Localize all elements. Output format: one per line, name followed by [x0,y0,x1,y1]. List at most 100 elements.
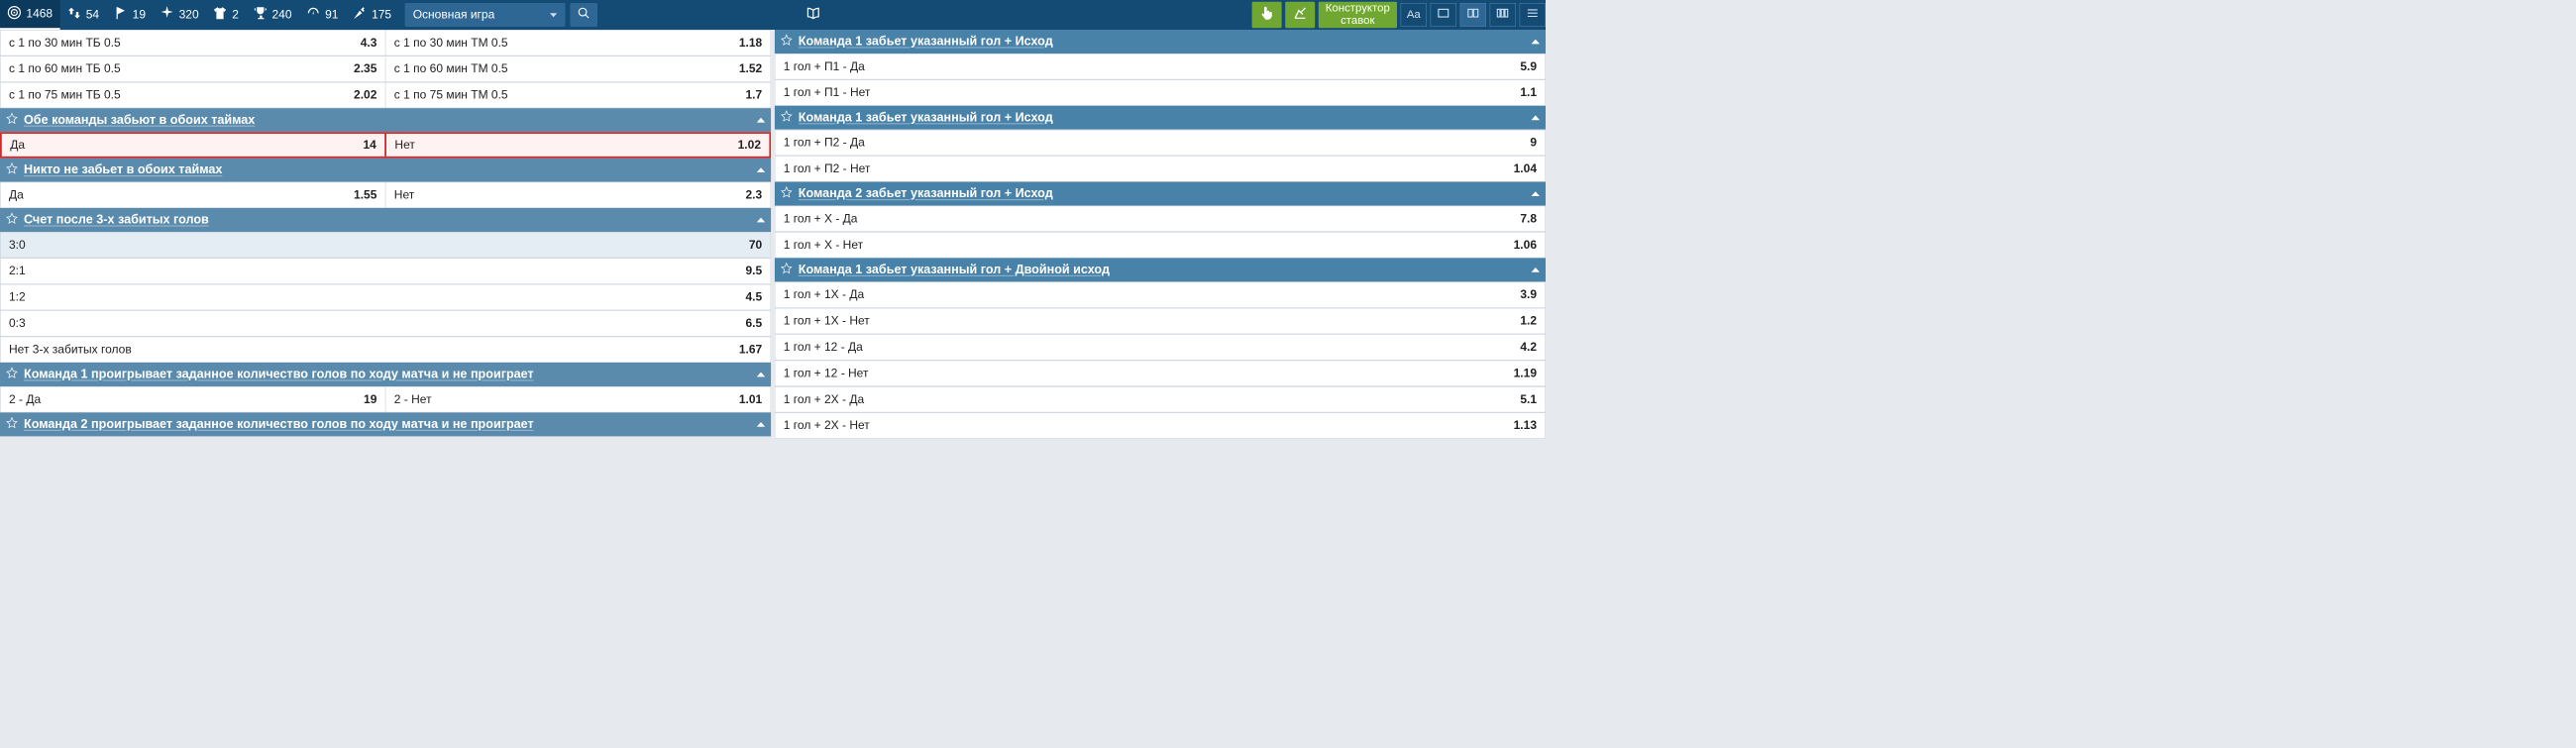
bet-option[interactable]: с 1 по 30 мин ТМ 0.5 1.18 [385,31,771,55]
bet-label: 0:3 [9,317,26,331]
bet-option[interactable]: Нет 2.3 [385,182,771,207]
market-header[interactable]: Команда 1 забьет указанный гол + Исход [775,106,1546,130]
bet-label: 2:1 [9,265,26,278]
layout-1col-button[interactable] [1431,3,1456,27]
trophy-icon [253,6,267,24]
favorite-star-icon[interactable] [781,186,799,202]
dart-icon [353,6,367,24]
stat-value: 175 [372,8,391,22]
market-header[interactable]: Команда 1 забьет указанный гол + Двойной… [775,258,1546,281]
font-size-control[interactable]: Aa [1401,3,1427,27]
market-row-pair: Да 1.55 Нет 2.3 [0,182,771,208]
bet-option[interactable]: Да 1.55 [1,182,385,207]
market-header[interactable]: Команда 2 забьет указанный гол + Исход [775,182,1546,206]
bet-option[interactable]: с 1 по 75 мин ТМ 0.5 1.7 [385,82,771,107]
bet-odd: 1.02 [738,139,761,153]
market-header[interactable]: Команда 1 проигрывает заданное количеств… [0,363,771,386]
bet-label: 1 гол + 1Х - Нет [784,314,870,328]
market-header[interactable]: Счет после 3-х забитых голов [0,208,771,232]
favorite-star-icon[interactable] [781,34,799,50]
search-button[interactable] [570,3,597,27]
market-header[interactable]: Обе команды забьют в обоих таймах [0,108,771,132]
bet-option[interactable]: 1 гол + 12 - Да 4.2 [775,334,1546,360]
market-row-pair: с 1 по 30 мин ТБ 0.5 4.3 с 1 по 30 мин Т… [0,30,771,55]
bet-label: Да [9,188,24,202]
market-header[interactable]: Команда 1 забьет указанный гол + Исход [775,30,1546,53]
favorite-star-icon[interactable] [781,110,799,126]
stat-trophy[interactable]: 240 [246,0,299,30]
bet-option[interactable]: 1 гол + Х - Да 7.8 [775,206,1546,232]
bet-option[interactable]: 1 гол + 12 - Нет 1.19 [775,361,1546,386]
favorite-star-icon[interactable] [6,212,24,228]
right-column: Команда 1 забьет указанный гол + Исход 1… [775,30,1546,449]
favorite-star-icon[interactable] [6,162,24,178]
bet-label: с 1 по 75 мин ТБ 0.5 [9,88,121,102]
bet-label: 3:0 [9,238,26,252]
bet-option[interactable]: 1 гол + 2Х - Нет 1.13 [775,412,1546,438]
stat-value: 240 [272,8,292,22]
stat-swap[interactable]: 54 [59,0,106,30]
favorite-star-icon[interactable] [6,112,24,128]
bet-option[interactable]: Нет 1.02 [384,134,769,157]
main-game-dropdown[interactable]: Основная игра [404,3,565,27]
bet-option[interactable]: с 1 по 60 мин ТБ 0.5 2.35 [1,56,385,81]
stat-star[interactable]: 320 [153,0,206,30]
layout-2col-icon [1466,7,1479,24]
favorite-star-icon[interactable] [6,417,24,433]
bet-option[interactable]: с 1 по 75 мин ТБ 0.5 2.02 [1,82,385,107]
layout-2col-button[interactable] [1460,3,1486,27]
bet-label: с 1 по 60 мин ТБ 0.5 [9,62,121,76]
bet-label: 1 гол + П2 - Нет [784,162,871,176]
bet-option[interactable]: 3:0 70 [0,232,771,258]
stat-value: 91 [325,8,338,22]
bet-option[interactable]: с 1 по 30 мин ТБ 0.5 4.3 [1,31,385,55]
stat-dart[interactable]: 175 [346,0,399,30]
bet-option[interactable]: 0:3 6.5 [0,310,771,336]
book-button[interactable] [800,3,827,27]
favorite-star-icon[interactable] [781,263,799,278]
dropdown-label: Основная игра [413,8,495,22]
bet-option[interactable]: 1 гол + 1Х - Нет 1.2 [775,308,1546,334]
stat-shirt[interactable]: 2 [206,0,246,30]
collapse-all-button[interactable] [1520,3,1546,27]
layout-3col-button[interactable] [1490,3,1516,27]
left-column: с 1 по 30 мин ТБ 0.5 4.3 с 1 по 30 мин Т… [0,30,771,449]
bet-option[interactable]: с 1 по 60 мин ТМ 0.5 1.52 [385,56,771,81]
bet-option[interactable]: 1 гол + П2 - Да 9 [775,130,1546,156]
bet-option[interactable]: 1 гол + 2Х - Да 5.1 [775,386,1546,412]
feature-button-2[interactable] [1285,2,1315,28]
bet-option[interactable]: 1 гол + П1 - Да 5.9 [775,53,1546,79]
bet-label: 1 гол + 12 - Да [784,341,863,355]
stat-target[interactable]: 1468 [0,0,59,30]
chevron-up-icon [757,167,765,172]
bet-option[interactable]: 1 гол + Х - Нет 1.06 [775,232,1546,258]
bet-odd: 6.5 [746,317,763,331]
bet-odd: 19 [364,392,376,406]
bet-odd: 5.9 [1520,59,1537,73]
bet-option[interactable]: Да 14 [2,134,384,157]
bet-option[interactable]: 1 гол + 1Х - Да 3.9 [775,281,1546,307]
feature-button-1[interactable] [1251,2,1281,28]
bet-option[interactable]: 2:1 9.5 [0,258,771,283]
market-header[interactable]: Никто не забьет в обоих таймах [0,159,771,182]
bet-option[interactable]: 1 гол + П1 - Нет 1.1 [775,79,1546,105]
bet-option[interactable]: 2 - Нет 1.01 [385,387,771,412]
gauge-icon [306,6,320,24]
layout-1col-icon [1437,7,1449,24]
stat-value: 1468 [26,7,53,21]
bet-option[interactable]: 1 гол + П2 - Нет 1.04 [775,156,1546,181]
stat-corner[interactable]: 19 [106,0,153,30]
bet-option[interactable]: Нет 3-х забитых голов 1.67 [0,337,771,363]
stat-gauge[interactable]: 91 [299,0,346,30]
market-row-pair: Да 14 Нет 1.02 [0,132,771,158]
bet-label: с 1 по 30 мин ТБ 0.5 [9,36,121,50]
bet-option[interactable]: 2 - Да 19 [1,387,385,412]
market-row-pair: с 1 по 75 мин ТБ 0.5 2.02 с 1 по 75 мин … [0,82,771,108]
market-header[interactable]: Команда 2 проигрывает заданное количеств… [0,412,771,436]
favorite-star-icon[interactable] [6,367,24,382]
bet-label: 1:2 [9,290,26,304]
swap-icon [67,6,81,24]
bet-odd: 2.35 [354,62,376,76]
bet-option[interactable]: 1:2 4.5 [0,284,771,310]
bet-builder-button[interactable]: Конструктор ставок [1319,2,1397,28]
